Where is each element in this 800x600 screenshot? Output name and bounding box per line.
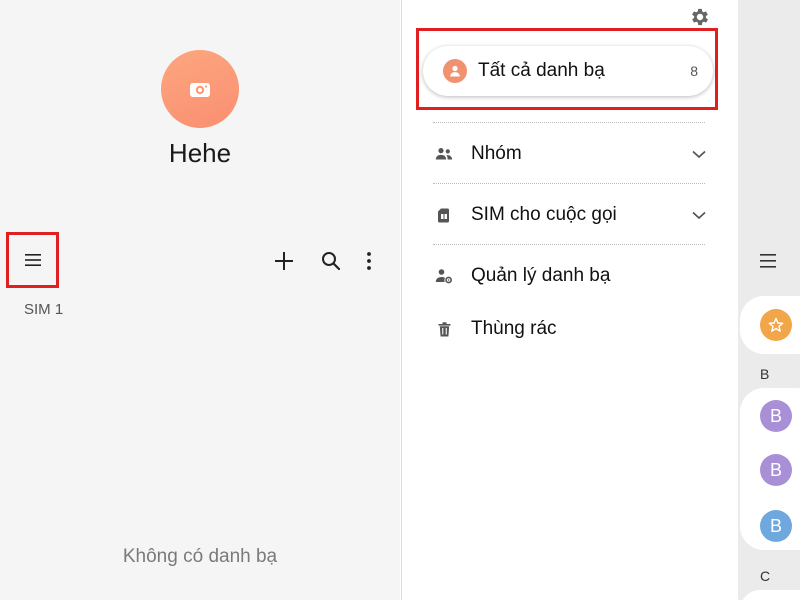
contact-avatar: B — [760, 400, 792, 432]
menu-button[interactable] — [6, 232, 59, 288]
drawer-item-manage-contacts[interactable]: Quản lý danh bạ — [430, 259, 710, 293]
divider — [433, 122, 705, 123]
more-options-button[interactable] — [356, 248, 382, 274]
camera-icon — [190, 83, 210, 97]
divider — [433, 183, 705, 184]
contacts-group-card — [740, 590, 800, 600]
contact-avatar: B — [760, 454, 792, 486]
more-vert-icon — [367, 252, 371, 270]
sim-card-icon — [435, 206, 453, 224]
search-button[interactable] — [318, 248, 344, 274]
person-icon — [443, 59, 467, 83]
contacts-main-panel: Hehe SIM 1 Không có danh bạ — [0, 0, 400, 600]
hamburger-icon — [760, 254, 776, 268]
search-icon — [322, 252, 341, 271]
divider — [433, 244, 705, 245]
drawer-item-groups[interactable]: Nhóm — [430, 137, 710, 171]
drawer-item-sim-for-calls[interactable]: SIM cho cuộc gọi — [430, 198, 710, 232]
gear-icon[interactable] — [689, 6, 711, 28]
favorites-card — [740, 296, 800, 354]
star-icon — [760, 309, 792, 341]
chevron-down-icon — [692, 150, 706, 159]
profile-name[interactable]: Hehe — [0, 138, 400, 169]
profile-avatar[interactable] — [161, 50, 239, 128]
group-icon — [435, 145, 453, 163]
empty-contacts-message: Không có danh bạ — [122, 546, 278, 567]
drawer-item-label: Quản lý danh bạ — [471, 265, 611, 286]
account-label: SIM 1 — [24, 301, 64, 318]
drawer-item-label: Nhóm — [471, 143, 522, 164]
manage-contacts-icon — [435, 267, 453, 285]
navigation-drawer: Tất cả danh bạ 8 Nhóm SIM cho cuộc gọi Q… — [401, 0, 739, 600]
section-letter: B — [760, 366, 770, 382]
all-contacts-label: Tất cả danh bạ — [478, 60, 605, 81]
chevron-down-icon — [692, 211, 706, 220]
background-contacts-list: B B B B C — [738, 0, 800, 600]
drawer-item-label: SIM cho cuộc gọi — [471, 204, 617, 225]
hamburger-icon — [24, 254, 41, 266]
all-contacts-item[interactable]: Tất cả danh bạ 8 — [423, 46, 713, 96]
contact-avatar: B — [760, 510, 792, 542]
drawer-item-trash[interactable]: Thùng rác — [430, 312, 710, 346]
section-letter: C — [760, 568, 771, 584]
add-contact-button[interactable] — [271, 248, 297, 274]
plus-icon — [275, 252, 293, 270]
drawer-item-label: Thùng rác — [471, 318, 557, 339]
trash-icon — [435, 320, 453, 338]
contacts-group-card: B B B — [740, 388, 800, 550]
all-contacts-count: 8 — [690, 63, 698, 79]
